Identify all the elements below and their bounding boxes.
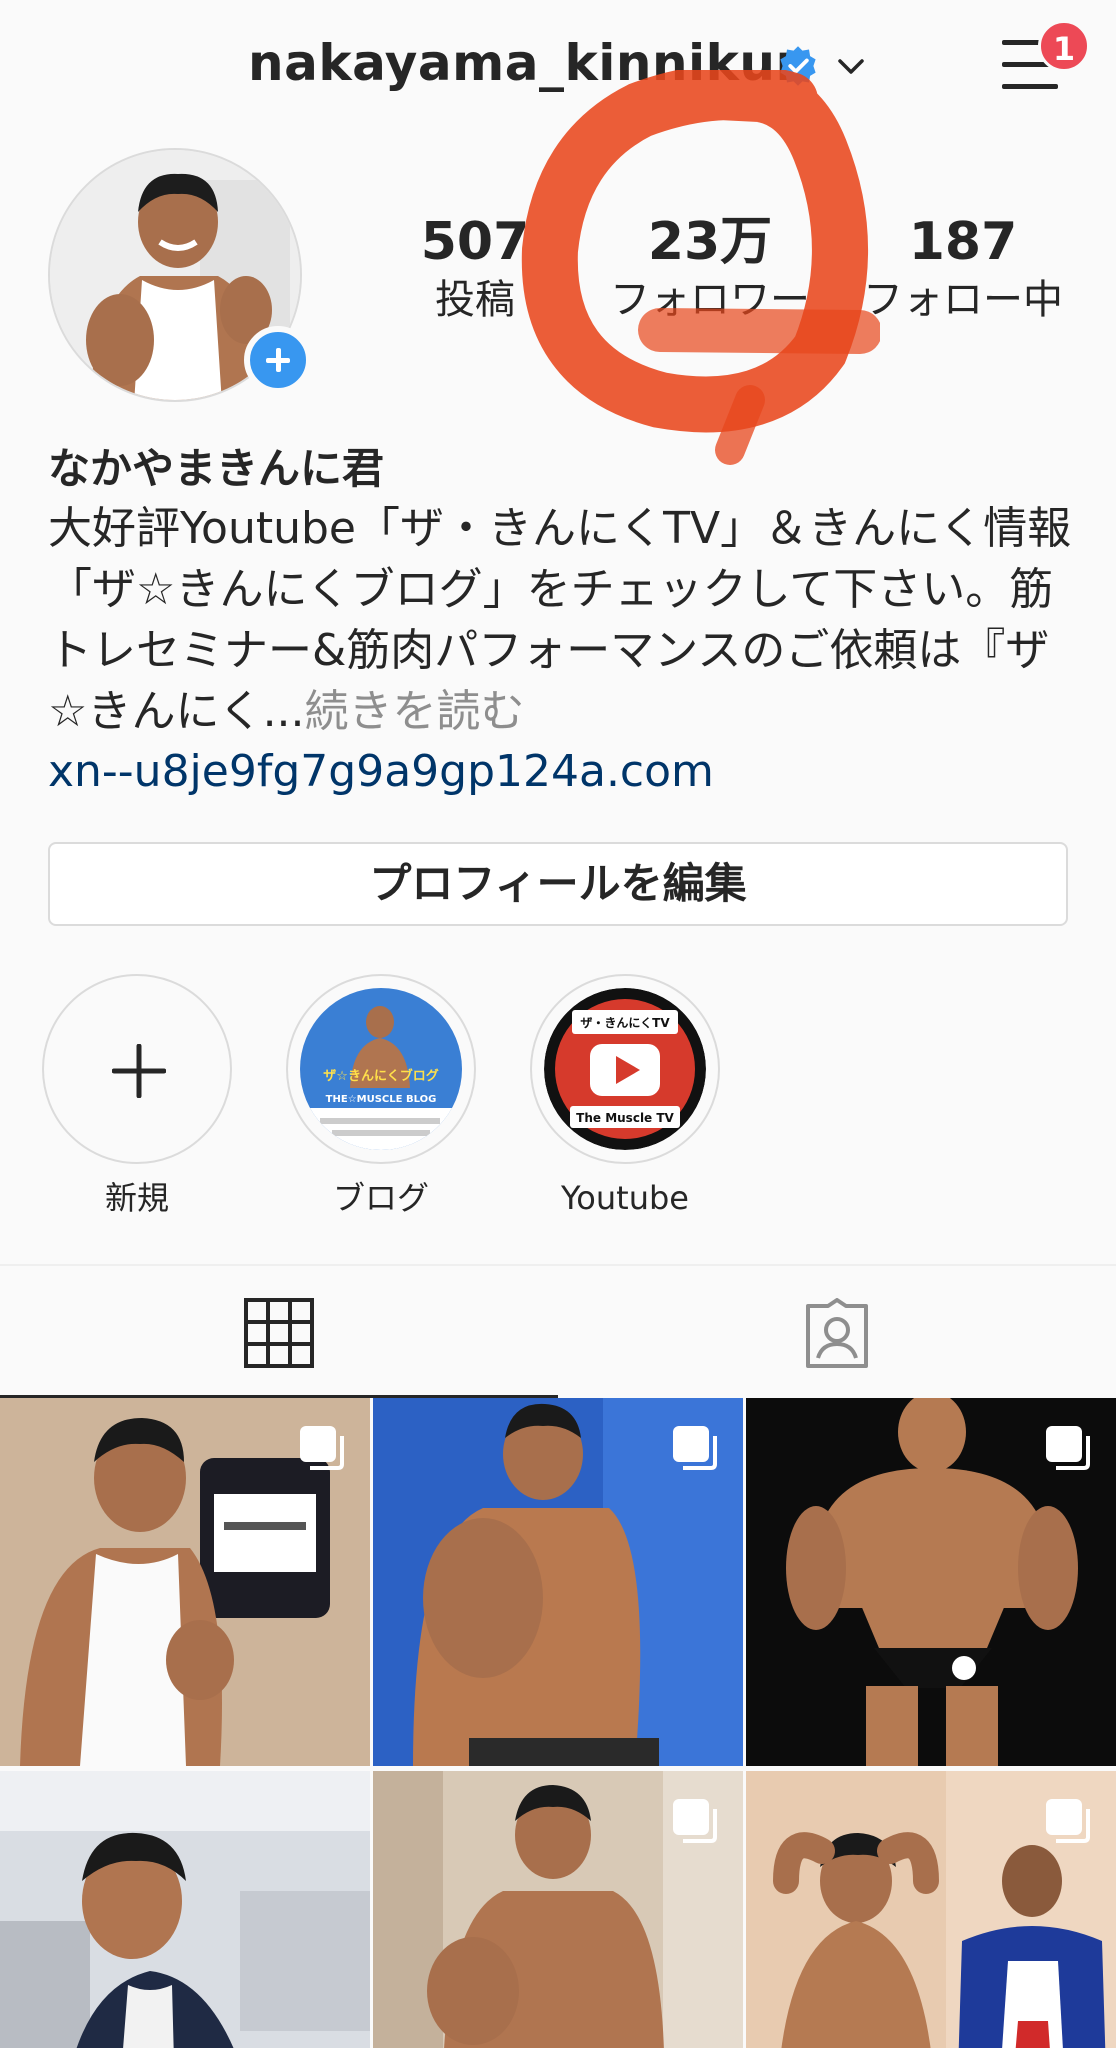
display-name: なかやまきんに君 xyxy=(48,444,385,493)
highlight-blog-ring: ザ☆きんにくブログ THE☆MUSCLE BLOG xyxy=(286,974,476,1164)
highlight-new-ring xyxy=(42,974,232,1164)
blog-cover-art: ザ☆きんにくブログ THE☆MUSCLE BLOG xyxy=(300,988,462,1150)
notification-badge: 1 xyxy=(1038,20,1090,72)
multiple-photos-icon xyxy=(673,1426,717,1470)
edit-profile-button[interactable]: プロフィールを編集 xyxy=(48,842,1068,926)
youtube-cover-title: ザ・きんにくTV xyxy=(580,1016,670,1030)
add-story-button[interactable] xyxy=(244,326,312,394)
tab-tagged[interactable] xyxy=(558,1266,1116,1398)
chevron-down-icon[interactable] xyxy=(834,50,868,84)
grid-icon xyxy=(244,1298,314,1368)
profile-header: nakayama_kinnikun 1 xyxy=(0,0,1116,130)
profile-tab-bar xyxy=(0,1264,1116,1398)
post-thumbnail[interactable] xyxy=(746,1771,1116,2048)
post-photo xyxy=(0,1771,370,2048)
highlight-youtube-cover: ザ・きんにくTV The Muscle TV xyxy=(544,988,706,1150)
username-title[interactable]: nakayama_kinnikun xyxy=(248,34,812,92)
plus-icon xyxy=(112,1044,166,1098)
multiple-photos-icon xyxy=(300,1426,344,1470)
posts-count: 507 xyxy=(420,212,530,272)
stat-followers[interactable]: 23万 フォロワー xyxy=(600,210,820,326)
website-link[interactable]: xn--u8je9fg7g9a9gp124a.com xyxy=(48,742,1078,802)
tab-grid[interactable] xyxy=(0,1266,558,1398)
followers-label: フォロワー xyxy=(610,277,810,323)
highlight-youtube-ring: ザ・きんにくTV The Muscle TV xyxy=(530,974,720,1164)
blog-cover-title: ザ☆きんにくブログ xyxy=(323,1068,438,1084)
highlight-blog[interactable]: ザ☆きんにくブログ THE☆MUSCLE BLOG ブログ xyxy=(286,974,476,1222)
highlight-label: 新規 xyxy=(104,1179,169,1217)
highlight-blog-cover: ザ☆きんにくブログ THE☆MUSCLE BLOG xyxy=(300,988,462,1150)
highlight-youtube[interactable]: ザ・きんにくTV The Muscle TV Youtube xyxy=(530,974,720,1222)
stat-posts[interactable]: 507 投稿 xyxy=(410,210,540,326)
tagged-person-icon xyxy=(806,1298,868,1368)
post-thumbnail[interactable] xyxy=(746,1398,1116,1766)
following-count: 187 xyxy=(908,212,1018,272)
profile-bio: なかやまきんに君 大好評Youtube「ザ・きんにくTV」＆きんにく情報「ザ☆き… xyxy=(48,440,1078,802)
post-grid xyxy=(0,1398,1116,2048)
highlight-label: ブログ xyxy=(332,1179,429,1217)
read-more-link[interactable]: 続きを読む xyxy=(305,686,525,737)
following-label: フォロー中 xyxy=(863,277,1063,323)
post-thumbnail[interactable] xyxy=(0,1771,370,2048)
bio-text: 大好評Youtube「ザ・きんにくTV」＆きんにく情報「ザ☆きんにくブログ」をチ… xyxy=(48,498,1078,742)
multiple-photos-icon xyxy=(1046,1426,1090,1470)
post-thumbnail[interactable] xyxy=(373,1398,743,1766)
blog-cover-subtitle: THE☆MUSCLE BLOG xyxy=(326,1094,437,1105)
youtube-cover-art: ザ・きんにくTV The Muscle TV xyxy=(544,988,706,1150)
post-thumbnail[interactable] xyxy=(373,1771,743,2048)
multiple-photos-icon xyxy=(1046,1799,1090,1843)
stat-following[interactable]: 187 フォロー中 xyxy=(848,210,1078,326)
posts-label: 投稿 xyxy=(435,277,515,323)
highlight-label: Youtube xyxy=(561,1179,689,1217)
verified-badge-icon xyxy=(780,46,816,86)
bio-body: 大好評Youtube「ザ・きんにくTV」＆きんにく情報「ザ☆きんにくブログ」をチ… xyxy=(48,503,1072,737)
highlight-new[interactable]: 新規 xyxy=(42,974,232,1222)
youtube-cover-subtitle: The Muscle TV xyxy=(576,1111,674,1125)
multiple-photos-icon xyxy=(673,1799,717,1843)
post-thumbnail[interactable] xyxy=(0,1398,370,1766)
followers-count: 23万 xyxy=(647,212,773,272)
